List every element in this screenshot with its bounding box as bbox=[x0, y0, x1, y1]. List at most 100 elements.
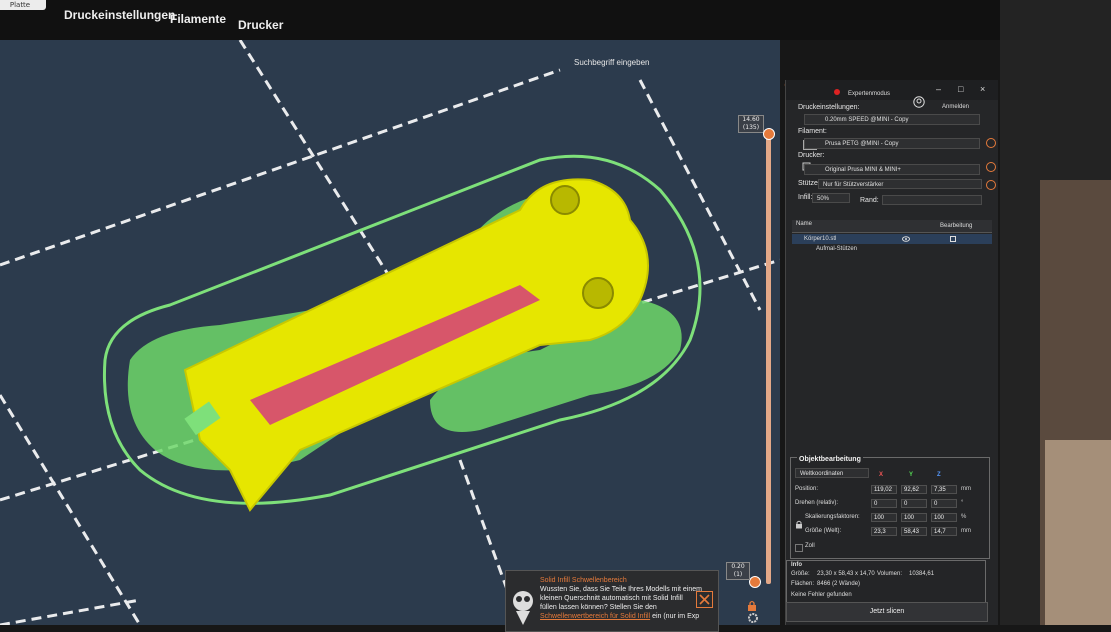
window-titlebar: Expertenmodus – □ × bbox=[786, 80, 998, 100]
notification-line-1: Wussten Sie, dass Sie Teile Ihres Modell… bbox=[540, 586, 702, 593]
object-row[interactable]: Körper10.stl bbox=[792, 234, 992, 244]
object-manipulation-panel: Objektbearbeitung Weltkoordinaten X Y Z … bbox=[790, 456, 990, 559]
maximize-button[interactable]: □ bbox=[958, 84, 963, 94]
info-volume-value: 10384,61 bbox=[909, 571, 935, 577]
infill-label: Infill: bbox=[798, 194, 813, 201]
axis-y-label: Y bbox=[909, 472, 914, 478]
layer-slider[interactable]: 14.60 (135) 0.20 (1) bbox=[726, 112, 775, 625]
coord-system-select[interactable]: Weltkoordinaten bbox=[795, 468, 869, 478]
filament-edit-icon[interactable] bbox=[986, 138, 996, 148]
print-settings-label: Druckeinstellungen: bbox=[798, 104, 860, 111]
position-z[interactable]: 7,35 bbox=[931, 485, 957, 494]
notification-line-4: Schwellenwertbereich für Solid Infill ei… bbox=[540, 613, 699, 620]
notification-line-4-tail: ein (nur im Exp bbox=[652, 613, 700, 620]
mode-selector[interactable]: Expertenmodus bbox=[848, 91, 890, 97]
notification-close-button[interactable] bbox=[696, 591, 713, 608]
info-facets-label: Flächen: bbox=[791, 581, 815, 587]
print-profile-select[interactable]: 0.20mm SPEED @MINI - Copy bbox=[804, 114, 980, 125]
object-manipulation-title: Objektbearbeitung bbox=[797, 456, 863, 463]
slice-now-button[interactable]: Jetzt slicen bbox=[786, 602, 988, 622]
hint-notification: Solid Infill Schwellenbereich Wussten Si… bbox=[505, 570, 719, 632]
threshold-link[interactable]: Schwellenwertbereich für Solid Infill bbox=[540, 613, 650, 620]
filament-label: Filament: bbox=[798, 128, 827, 135]
filament-profile-select[interactable]: Prusa PETG @MINI - Copy bbox=[804, 138, 980, 149]
tab-plate[interactable]: Platte bbox=[0, 0, 46, 10]
inch-checkbox[interactable] bbox=[795, 544, 803, 552]
lock-icon[interactable] bbox=[747, 600, 757, 612]
search-input[interactable]: Suchbegriff eingeben bbox=[574, 58, 649, 67]
col-name: Name bbox=[796, 221, 813, 227]
info-facets-value: 8466 (2 Wände) bbox=[817, 581, 861, 587]
right-settings-panel: Expertenmodus – □ × Anmelden Druckeinste… bbox=[785, 80, 998, 625]
expert-mode-indicator bbox=[834, 89, 840, 95]
cog-icon[interactable] bbox=[747, 612, 759, 624]
size-unit: mm bbox=[961, 528, 971, 534]
info-panel: Info Größe: 23,30 x 58,43 x 14,70 Volume… bbox=[786, 560, 986, 604]
scale-lock-icon[interactable] bbox=[795, 520, 803, 529]
rotate-x[interactable]: 0 bbox=[871, 499, 897, 508]
brim-select[interactable] bbox=[882, 195, 982, 205]
login-link[interactable]: Anmelden bbox=[942, 104, 969, 110]
info-title: Info bbox=[791, 562, 802, 568]
info-size-label: Größe: bbox=[791, 571, 810, 577]
brim-label: Rand: bbox=[860, 197, 879, 204]
slider-bottom-label: 0.20 (1) bbox=[726, 562, 750, 580]
scale-x[interactable]: 100 bbox=[871, 513, 897, 522]
supports-select[interactable]: Nur für Stützverstärker bbox=[818, 179, 982, 189]
slider-top-label: 14.60 (135) bbox=[738, 115, 764, 133]
printer-profile-select[interactable]: Original Prusa MINI & MINI+ bbox=[804, 164, 980, 175]
model-hole-2 bbox=[582, 277, 614, 309]
top-tab-bar: Platte Druckeinstellungen Filamente Druc… bbox=[0, 0, 1111, 40]
support-modifier-row[interactable]: Aufmal-Stützen bbox=[792, 244, 992, 254]
close-window-button[interactable]: × bbox=[980, 84, 985, 94]
3d-viewport[interactable] bbox=[0, 40, 780, 625]
object-list-header: Name Bearbeitung bbox=[792, 220, 992, 233]
slider-bottom-layer: (1) bbox=[733, 571, 743, 578]
rotate-y[interactable]: 0 bbox=[901, 499, 927, 508]
tab-print-settings[interactable]: Druckeinstellungen bbox=[64, 8, 175, 22]
close-icon bbox=[699, 594, 710, 605]
slider-handle-top[interactable] bbox=[763, 128, 775, 140]
size-z[interactable]: 14,7 bbox=[931, 527, 957, 536]
position-unit: mm bbox=[961, 486, 971, 492]
tab-filaments[interactable]: Filamente bbox=[170, 12, 226, 26]
object-name: Körper10.stl bbox=[804, 236, 837, 242]
inch-label: Zoll bbox=[805, 543, 815, 549]
size-label: Größe (Welt): bbox=[805, 528, 842, 534]
scale-label: Skalierungsfaktoren: bbox=[805, 514, 860, 520]
notification-line-3: füllen lassen können? Stellen Sie den bbox=[540, 604, 657, 611]
supports-edit-icon[interactable] bbox=[986, 180, 996, 190]
slider-handle-bottom[interactable] bbox=[749, 576, 761, 588]
slider-track[interactable] bbox=[766, 132, 771, 584]
axis-x-label: X bbox=[879, 472, 884, 478]
info-volume-label: Volumen: bbox=[877, 571, 903, 577]
axis-z-label: Z bbox=[937, 472, 941, 478]
rotate-unit: ° bbox=[961, 500, 964, 506]
print-bed-preview bbox=[0, 40, 780, 625]
printer-edit-icon[interactable] bbox=[986, 162, 996, 172]
rotate-z[interactable]: 0 bbox=[931, 499, 957, 508]
scale-z[interactable]: 100 bbox=[931, 513, 957, 522]
scale-y[interactable]: 100 bbox=[901, 513, 927, 522]
model-hole-1 bbox=[550, 185, 580, 215]
info-errors: Keine Fehler gefunden bbox=[791, 592, 852, 598]
edit-icon[interactable] bbox=[950, 236, 956, 242]
user-icon[interactable] bbox=[913, 96, 925, 108]
position-x[interactable]: 119,02 bbox=[871, 485, 897, 494]
notification-line-2: kleinen Querschnitt automatisch mit Soli… bbox=[540, 595, 683, 602]
position-y[interactable]: 92,62 bbox=[901, 485, 927, 494]
info-size-value: 23,30 x 58,43 x 14,70 bbox=[817, 571, 875, 577]
notification-title: Solid Infill Schwellenbereich bbox=[540, 577, 627, 584]
slider-bottom-height: 0.20 bbox=[731, 563, 745, 570]
size-y[interactable]: 58,43 bbox=[901, 527, 927, 536]
printer-label: Drucker: bbox=[798, 152, 825, 159]
visibility-icon[interactable] bbox=[902, 236, 910, 242]
rotate-label: Drehen (relativ): bbox=[795, 500, 839, 506]
hint-mascot-icon bbox=[513, 591, 533, 625]
support-modifier-name: Aufmal-Stützen bbox=[816, 246, 858, 252]
size-x[interactable]: 23,3 bbox=[871, 527, 897, 536]
slider-top-layer: (135) bbox=[742, 124, 760, 131]
tab-printer[interactable]: Drucker bbox=[238, 18, 283, 32]
minimize-button[interactable]: – bbox=[936, 84, 941, 94]
infill-select[interactable]: 50% bbox=[812, 193, 850, 203]
